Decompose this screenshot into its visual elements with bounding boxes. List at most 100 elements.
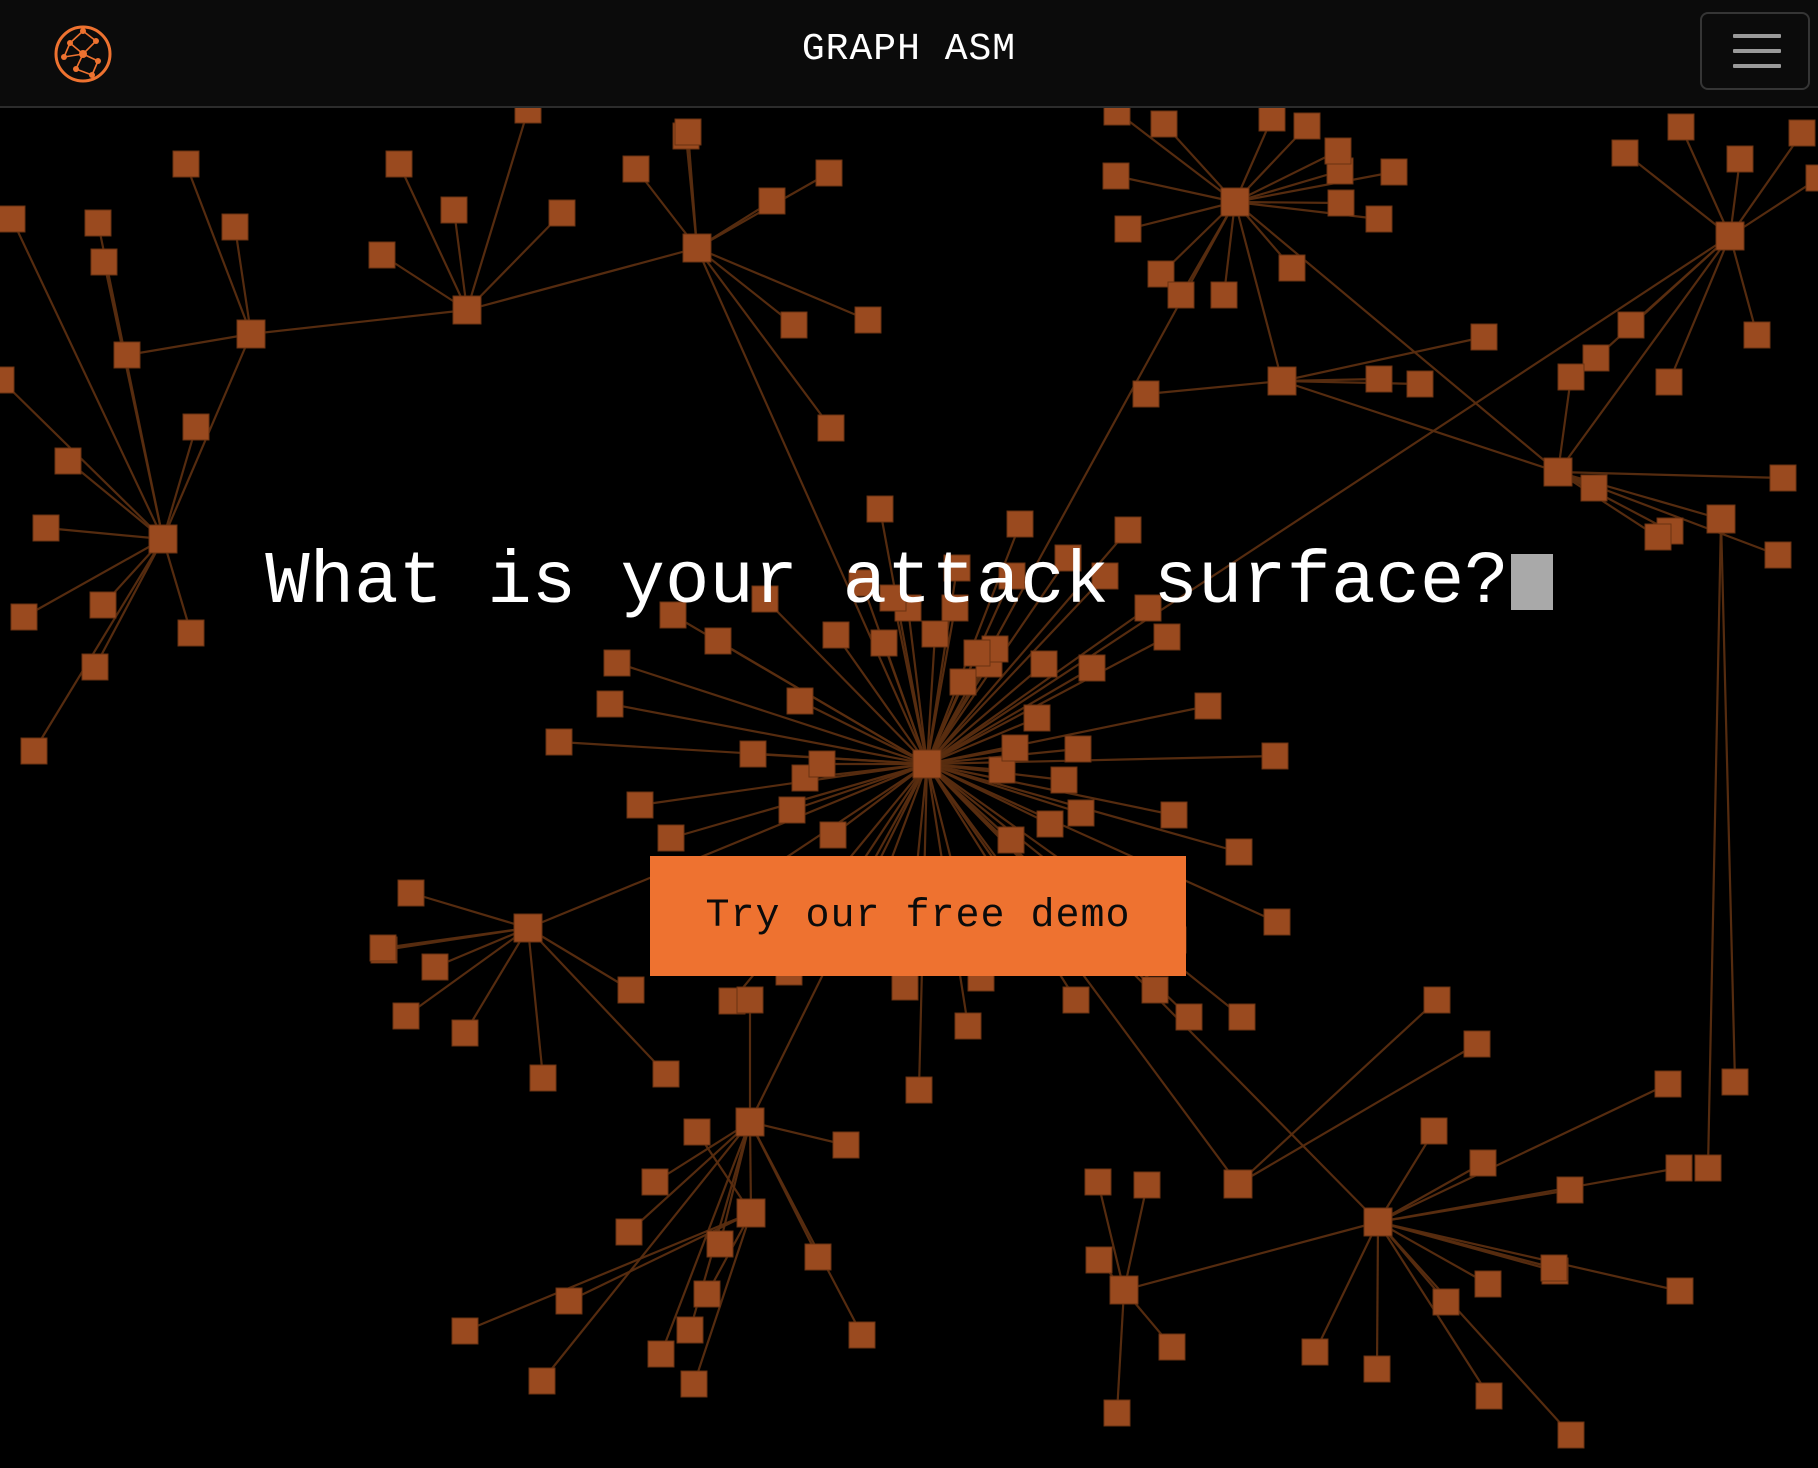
graph-node: [905, 1076, 933, 1104]
graph-node: [1474, 1270, 1502, 1298]
graph-node: [1743, 321, 1771, 349]
graph-node: [736, 986, 764, 1014]
graph-node: [1220, 187, 1250, 217]
graph-node: [693, 1280, 721, 1308]
graph-node: [1210, 281, 1238, 309]
graph-node: [1655, 368, 1683, 396]
graph-node: [1067, 799, 1095, 827]
graph-node: [647, 1340, 675, 1368]
graph-node: [1085, 1246, 1113, 1274]
free-demo-button[interactable]: Try our free demo: [650, 856, 1186, 976]
graph-node: [1006, 510, 1034, 538]
graph-node: [682, 233, 712, 263]
graph-node: [1463, 1030, 1491, 1058]
graph-node: [1267, 366, 1297, 396]
graph-node: [1540, 1254, 1568, 1282]
network-graph-background: [0, 108, 1818, 1449]
graph-node: [1726, 145, 1754, 173]
graph-node: [1084, 1168, 1112, 1196]
graph-node: [1469, 1149, 1497, 1177]
graph-node: [1611, 139, 1639, 167]
graph-node: [1432, 1288, 1460, 1316]
graph-node: [1706, 504, 1736, 534]
graph-node: [221, 213, 249, 241]
graph-node: [615, 1218, 643, 1246]
graph-node: [603, 649, 631, 677]
graph-node: [683, 1118, 711, 1146]
graph-node: [20, 737, 48, 765]
graph-node: [706, 1230, 734, 1258]
graph-node: [1064, 735, 1092, 763]
graph-node: [780, 311, 808, 339]
graph-node: [1194, 692, 1222, 720]
graph-node: [1223, 1169, 1253, 1199]
graph-node: [1543, 457, 1573, 487]
graph-node: [954, 1012, 982, 1040]
graph-node: [641, 1168, 669, 1196]
graph-node: [1102, 162, 1130, 190]
graph-node: [676, 1316, 704, 1344]
graph-node: [622, 155, 650, 183]
graph-node: [528, 1367, 556, 1395]
graph-node: [949, 668, 977, 696]
graph-node: [1062, 986, 1090, 1014]
graph-node: [90, 248, 118, 276]
graph-node: [804, 1243, 832, 1271]
graph-node: [1694, 1154, 1722, 1182]
graph-node: [1175, 1003, 1203, 1031]
graph-node: [421, 953, 449, 981]
graph-node: [1666, 1277, 1694, 1305]
graph-node: [1114, 215, 1142, 243]
graph-node: [1380, 158, 1408, 186]
graph-node: [513, 913, 543, 943]
hamburger-menu-button[interactable]: [1700, 12, 1810, 90]
graph-node: [1030, 650, 1058, 678]
graph-node: [652, 1060, 680, 1088]
graph-node: [912, 749, 942, 779]
graph-node: [1001, 734, 1029, 762]
graph-node: [368, 241, 396, 269]
graph-node: [815, 159, 843, 187]
graph-node: [1582, 344, 1610, 372]
graph-node: [1788, 119, 1816, 147]
graph-node: [1133, 1171, 1161, 1199]
graph-node: [0, 366, 15, 394]
graph-node: [1557, 1421, 1585, 1449]
graph-node: [1103, 1399, 1131, 1427]
graph-node: [832, 1131, 860, 1159]
graph-node: [1078, 654, 1106, 682]
graph-node: [848, 1321, 876, 1349]
graph-node: [1406, 370, 1434, 398]
graph-node: [626, 791, 654, 819]
graph-node: [1721, 1068, 1749, 1096]
hero-headline: What is your attack surface?: [0, 538, 1818, 628]
page: GRAPH ASM What is your attack surface? T…: [0, 0, 1818, 1468]
graph-node: [397, 879, 425, 907]
graph-node: [1327, 189, 1355, 217]
graph-node: [1715, 221, 1745, 251]
graph-node: [739, 740, 767, 768]
graph-node: [1158, 1333, 1186, 1361]
graph-node: [1160, 801, 1188, 829]
graph-node: [1475, 1382, 1503, 1410]
graph-node: [236, 319, 266, 349]
graph-node: [657, 824, 685, 852]
graph-node: [555, 1287, 583, 1315]
graph-node: [819, 821, 847, 849]
graph-node: [545, 728, 573, 756]
graph-node: [548, 199, 576, 227]
graph-node: [1654, 1070, 1682, 1098]
graph-node: [870, 629, 898, 657]
graph-node: [1023, 704, 1051, 732]
graph-node: [1324, 137, 1352, 165]
site-brand-title[interactable]: GRAPH ASM: [0, 28, 1818, 71]
text-cursor: [1510, 554, 1553, 610]
graph-node: [529, 1064, 557, 1092]
graph-node: [1263, 908, 1291, 936]
graph-node: [451, 1019, 479, 1047]
graph-node: [617, 976, 645, 1004]
graph-node: [674, 118, 702, 146]
graph-node: [1261, 742, 1289, 770]
graph-node: [736, 1198, 766, 1228]
graph-node: [891, 973, 919, 1001]
